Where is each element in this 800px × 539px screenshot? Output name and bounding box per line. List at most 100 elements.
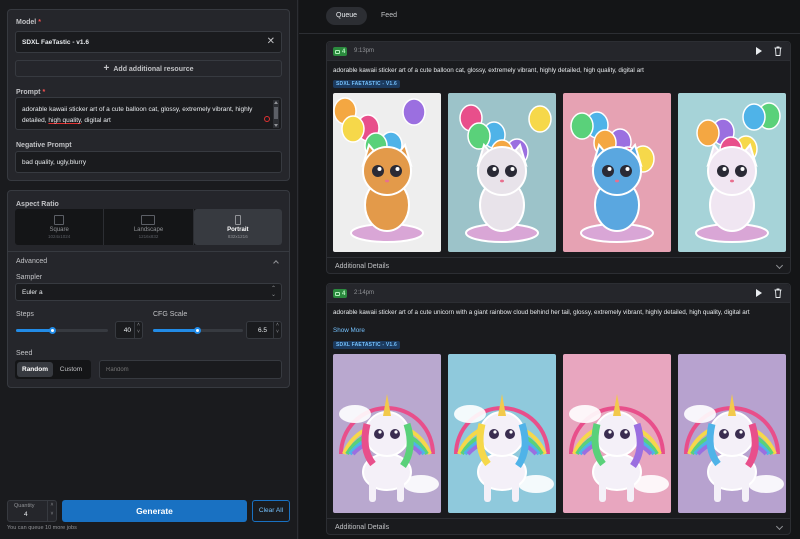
cfg-scale-input[interactable]: 6.5 ˄ ˅	[246, 321, 282, 339]
model-badge: SDXL FaeTastic - v1.6	[333, 341, 400, 349]
sampler-label: Sampler	[16, 274, 43, 281]
cfg-scale-slider[interactable]	[153, 327, 243, 334]
scroll-up-icon[interactable]	[274, 101, 278, 104]
cfg-scale-label: CFG Scale	[153, 311, 188, 318]
cfg-slider-thumb[interactable]	[194, 327, 201, 334]
portrait-shape-icon	[234, 215, 241, 225]
steps-value: 40	[123, 327, 131, 334]
aspect-portrait-option[interactable]: Portrait 832x1216	[193, 209, 282, 245]
close-icon[interactable]: ✕	[267, 36, 275, 47]
additional-details-label: Additional Details	[335, 263, 390, 270]
aspect-ratio-selector: Square 1024x1024 Landscape 1216x832 Port…	[15, 209, 282, 245]
prompt-label: Prompt *	[16, 89, 46, 96]
quantity-input[interactable]: Quantity 4 ˄ ˅	[7, 500, 57, 522]
aspect-ratio-label: Aspect Ratio	[16, 201, 59, 208]
sampler-value: Euler a	[22, 289, 43, 296]
model-prompt-card: Model * SDXL FaeTastic - v1.6 ✕ + Add addi…	[7, 9, 290, 181]
clear-all-button[interactable]: Clear All	[252, 500, 290, 522]
aspect-square-option[interactable]: Square 1024x1024	[15, 209, 103, 245]
cfg-slider-fill	[153, 329, 198, 332]
generated-image-thumbnail[interactable]	[563, 93, 671, 252]
tabs: Queue Feed	[326, 7, 405, 25]
negative-prompt-value: bad quality, ugly,blurry	[22, 159, 87, 166]
chevron-down-icon	[775, 522, 784, 531]
aspect-landscape-option[interactable]: Landscape 1216x832	[103, 209, 194, 245]
play-icon[interactable]	[756, 47, 762, 55]
tab-queue[interactable]: Queue	[326, 7, 368, 25]
advanced-toggle[interactable]: Advanced	[15, 254, 282, 270]
play-icon[interactable]	[756, 289, 762, 297]
seed-random-option[interactable]: Random	[17, 362, 53, 377]
generate-button[interactable]: Generate	[62, 500, 247, 522]
generated-image-thumbnail[interactable]	[563, 354, 671, 513]
tab-feed[interactable]: Feed	[373, 7, 405, 25]
queue-item: 4 2:14pm adorable kawaii sticker art of …	[326, 283, 791, 535]
negative-prompt-label: Negative Prompt	[16, 142, 72, 149]
generated-image-thumbnail[interactable]	[333, 354, 441, 513]
chevron-down-icon	[775, 261, 784, 270]
prompt-textarea[interactable]: adorable kawaii sticker art of a cute ba…	[15, 97, 282, 130]
sampler-select[interactable]: Euler a ⌃ ⌄	[15, 283, 282, 301]
queue-item-time: 9:13pm	[354, 48, 375, 54]
image-count-badge: 4	[333, 47, 348, 56]
queue-note: You can queue 10 more jobs	[7, 525, 77, 531]
image-stack-icon	[335, 291, 340, 296]
generated-image-thumbnail[interactable]	[333, 93, 441, 252]
cfg-stepper[interactable]: ˄ ˅	[273, 322, 281, 338]
model-value: SDXL FaeTastic - v1.6	[22, 39, 89, 46]
image-count-badge: 4	[333, 289, 348, 298]
landscape-shape-icon	[141, 215, 156, 225]
scroll-thumb[interactable]	[274, 107, 278, 119]
aspect-portrait-size: 832x1216	[227, 234, 248, 239]
queue-item: 4 9:13pm adorable kawaii sticker art of …	[326, 41, 791, 274]
steps-label: Steps	[16, 311, 34, 318]
steps-slider[interactable]	[16, 327, 108, 334]
scroll-down-icon[interactable]	[274, 124, 278, 127]
grammar-indicator-icon	[264, 116, 270, 122]
plus-icon: +	[103, 63, 110, 74]
tabs-divider	[299, 33, 800, 34]
generation-panel: Model * SDXL FaeTastic - v1.6 ✕ + Add addi…	[0, 0, 298, 539]
add-resource-button[interactable]: + Add additional resource	[15, 60, 282, 77]
prompt-text-underlined: high quality	[48, 117, 81, 124]
quantity-value: 4	[24, 511, 28, 518]
queue-item-header: 4 2:14pm	[327, 284, 790, 303]
generated-image-thumbnail[interactable]	[678, 93, 786, 252]
trash-icon[interactable]	[774, 46, 782, 56]
generated-image-thumbnail[interactable]	[448, 354, 556, 513]
settings-card: Aspect Ratio Square 1024x1024 Landscape …	[7, 190, 290, 388]
prompt-text-end: , digital art	[80, 117, 111, 124]
seed-mode-selector: Random Custom	[15, 360, 91, 379]
chevron-up-icon	[273, 260, 279, 266]
generated-image-thumbnail[interactable]	[448, 93, 556, 252]
aspect-square-size: 1024x1024	[48, 234, 71, 239]
square-shape-icon	[54, 215, 65, 225]
additional-details-toggle[interactable]: Additional Details	[327, 518, 790, 535]
generated-image-thumbnail[interactable]	[678, 354, 786, 513]
queue-panel: Queue Feed 4 9:13pm adorable kawaii stic…	[299, 0, 800, 539]
steps-input[interactable]: 40 ˄ ˅	[115, 321, 143, 339]
queue-item-time: 2:14pm	[354, 290, 375, 296]
textarea-scrollbar[interactable]	[273, 100, 279, 128]
steps-slider-fill	[16, 329, 53, 332]
model-label: Model *	[16, 19, 41, 26]
trash-icon[interactable]	[774, 288, 782, 298]
queue-item-prompt: adorable kawaii sticker art of a cute un…	[333, 309, 750, 316]
aspect-landscape-label: Landscape	[133, 227, 164, 233]
advanced-label: Advanced	[16, 258, 48, 265]
select-arrows-icon: ⌃ ⌄	[270, 286, 276, 298]
model-select[interactable]: SDXL FaeTastic - v1.6 ✕	[15, 31, 282, 53]
seed-label: Seed	[16, 350, 33, 357]
additional-details-label: Additional Details	[335, 524, 390, 531]
cfg-scale-value: 6.5	[257, 327, 267, 334]
queue-item-header: 4 9:13pm	[327, 42, 790, 61]
quantity-stepper[interactable]: ˄ ˅	[47, 501, 56, 521]
additional-details-toggle[interactable]: Additional Details	[327, 257, 790, 274]
steps-stepper[interactable]: ˄ ˅	[134, 322, 142, 338]
steps-slider-thumb[interactable]	[48, 327, 56, 334]
show-more-link[interactable]: Show More	[333, 327, 365, 334]
negative-prompt-input[interactable]: bad quality, ugly,blurry	[15, 151, 282, 173]
seed-input[interactable]	[99, 360, 282, 379]
image-stack-icon	[335, 49, 340, 54]
seed-custom-option[interactable]: Custom	[53, 362, 89, 377]
